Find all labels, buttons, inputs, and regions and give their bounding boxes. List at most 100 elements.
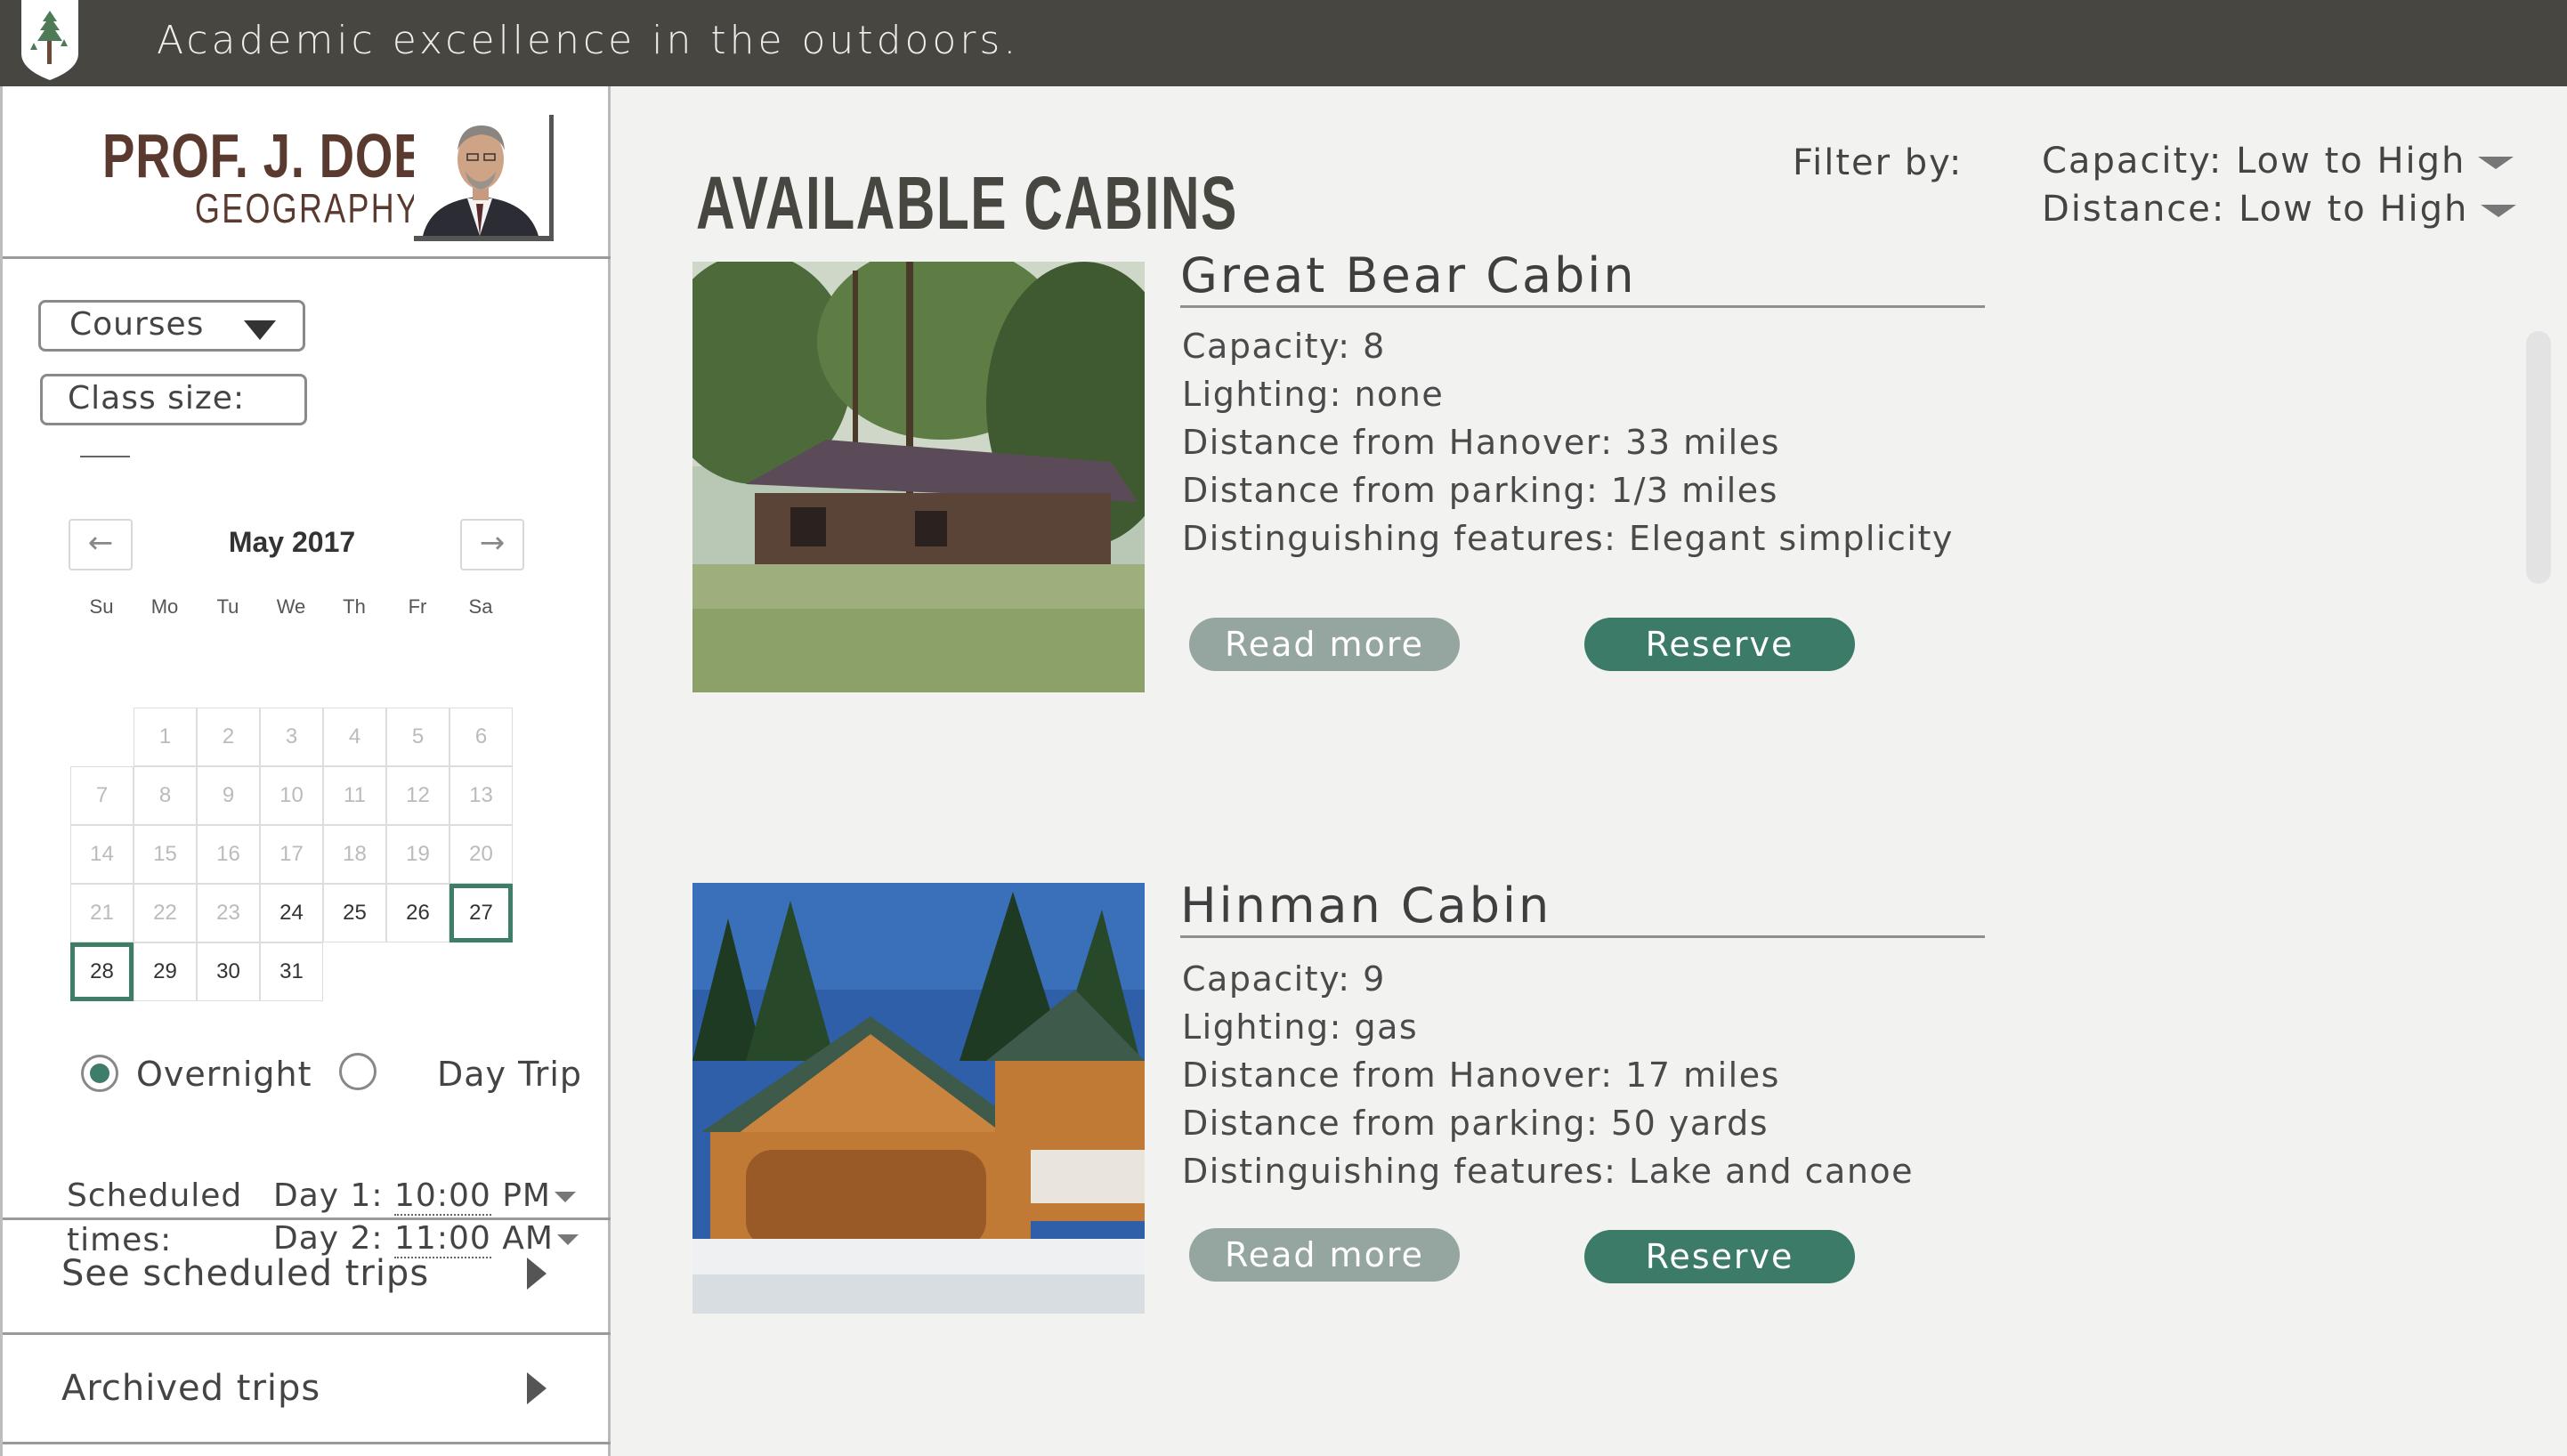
page-title: AVAILABLE CABINS bbox=[696, 161, 1238, 245]
radio-selected-dot bbox=[90, 1064, 109, 1083]
professor-name: PROF. J. DOE bbox=[102, 121, 427, 190]
arrow-left-icon: ← bbox=[87, 525, 114, 561]
scheduled-trips-label: See scheduled trips bbox=[61, 1253, 430, 1294]
weekday-header: Th bbox=[343, 595, 366, 618]
cabin-name: Hinman Cabin bbox=[1180, 878, 1985, 938]
cabin-distance-parking: Distance from parking: 1/3 miles bbox=[1182, 471, 1778, 510]
chevron-right-icon bbox=[527, 1258, 547, 1290]
calendar-next-button[interactable]: → bbox=[460, 519, 524, 570]
weekday-header: Fr bbox=[408, 595, 427, 618]
weekday-header: Tu bbox=[216, 595, 239, 618]
read-more-button[interactable]: Read more bbox=[1189, 618, 1460, 671]
day1-time-select[interactable]: Day 1: 10:00 PM bbox=[273, 1177, 576, 1216]
filter-label: Filter by: bbox=[1793, 142, 1964, 183]
calendar-day[interactable]: 4 bbox=[323, 708, 386, 766]
calendar-day[interactable]: 6 bbox=[449, 708, 513, 766]
calendar-day[interactable]: 19 bbox=[386, 825, 449, 884]
calendar-prev-button[interactable]: ← bbox=[69, 519, 133, 570]
capacity-sort-dropdown[interactable]: Capacity: Low to High bbox=[2042, 141, 2514, 182]
calendar-day[interactable]: 22 bbox=[134, 884, 197, 942]
overnight-radio[interactable] bbox=[81, 1055, 118, 1092]
top-bar: Academic excellence in the outdoors. bbox=[0, 0, 2567, 86]
calendar-day[interactable]: 30 bbox=[197, 942, 260, 1001]
chevron-right-icon bbox=[527, 1372, 547, 1404]
cabin-distance-hanover: Distance from Hanover: 33 miles bbox=[1182, 423, 1780, 462]
sidebar: PROF. J. DOE GEOGRAPHY Courses Class siz… bbox=[0, 86, 611, 1456]
arrow-right-icon: → bbox=[479, 525, 506, 561]
calendar-day-selected[interactable]: 28 bbox=[70, 942, 134, 1001]
professor-department: GEOGRAPHY bbox=[195, 185, 420, 231]
calendar-day[interactable]: 12 bbox=[386, 766, 449, 825]
scrollbar-thumb[interactable] bbox=[2526, 331, 2551, 584]
cabin-features: Distinguishing features: Lake and canoe bbox=[1182, 1152, 1915, 1191]
cabin-lighting: Lighting: none bbox=[1182, 375, 1445, 414]
overnight-label: Overnight bbox=[136, 1055, 312, 1094]
day-trip-radio[interactable] bbox=[339, 1053, 377, 1090]
calendar-month-title: May 2017 bbox=[228, 526, 356, 558]
cabin-features: Distinguishing features: Elegant simplic… bbox=[1182, 519, 1954, 558]
day1-prefix: Day 1: bbox=[273, 1177, 384, 1214]
calendar-day[interactable]: 20 bbox=[449, 825, 513, 884]
calendar-day[interactable]: 2 bbox=[197, 708, 260, 766]
calendar-day[interactable]: 15 bbox=[134, 825, 197, 884]
calendar-day[interactable]: 3 bbox=[260, 708, 323, 766]
calendar-day[interactable]: 13 bbox=[449, 766, 513, 825]
archived-trips-label: Archived trips bbox=[61, 1368, 321, 1409]
cabin-name: Great Bear Cabin bbox=[1180, 247, 1985, 308]
calendar-day[interactable]: 24 bbox=[260, 884, 323, 942]
great-bear-cabin-photo[interactable] bbox=[692, 262, 1145, 692]
cabin-capacity: Capacity: 8 bbox=[1182, 327, 1386, 366]
day-trip-label: Day Trip bbox=[437, 1055, 583, 1094]
weekday-header: Mo bbox=[150, 595, 179, 618]
see-scheduled-trips-link[interactable]: See scheduled trips bbox=[3, 1217, 611, 1330]
courses-label: Courses bbox=[69, 306, 205, 343]
courses-dropdown[interactable]: Courses bbox=[38, 300, 305, 352]
read-more-button[interactable]: Read more bbox=[1189, 1228, 1460, 1282]
chevron-down-icon bbox=[2478, 157, 2514, 169]
cabin-details: Capacity: 8 Lighting: none Distance from… bbox=[1182, 322, 1954, 562]
tagline: Academic excellence in the outdoors. bbox=[157, 18, 1020, 63]
calendar-day[interactable]: 29 bbox=[134, 942, 197, 1001]
reserve-button[interactable]: Reserve bbox=[1584, 618, 1855, 671]
weekday-header: Sa bbox=[468, 595, 493, 618]
day1-ampm: PM bbox=[502, 1177, 551, 1214]
calendar-day[interactable]: 21 bbox=[70, 884, 134, 942]
calendar-day[interactable]: 5 bbox=[386, 708, 449, 766]
calendar-day[interactable]: 16 bbox=[197, 825, 260, 884]
cabin-capacity: Capacity: 9 bbox=[1182, 959, 1386, 999]
profile-block: PROF. J. DOE GEOGRAPHY bbox=[3, 86, 611, 259]
calendar-day[interactable]: 26 bbox=[386, 884, 449, 942]
calendar-day[interactable]: 7 bbox=[70, 766, 134, 825]
calendar-day-selected[interactable]: 27 bbox=[449, 884, 513, 942]
cabin-lighting: Lighting: gas bbox=[1182, 1007, 1419, 1047]
reserve-button[interactable]: Reserve bbox=[1584, 1230, 1855, 1283]
scheduled-label-line: Scheduled bbox=[67, 1177, 243, 1214]
archived-trips-link[interactable]: Archived trips bbox=[3, 1332, 611, 1444]
distance-sort-dropdown[interactable]: Distance: Low to High bbox=[2042, 189, 2517, 230]
calendar-day[interactable]: 9 bbox=[197, 766, 260, 825]
calendar-day[interactable]: 23 bbox=[197, 884, 260, 942]
chevron-down-icon bbox=[2481, 205, 2517, 217]
calendar-day[interactable]: 1 bbox=[134, 708, 197, 766]
cabin-distance-hanover: Distance from Hanover: 17 miles bbox=[1182, 1056, 1780, 1095]
calendar-day[interactable]: 31 bbox=[260, 942, 323, 1001]
tree-shield-logo-icon[interactable] bbox=[18, 0, 82, 80]
calendar-day[interactable]: 10 bbox=[260, 766, 323, 825]
avatar[interactable] bbox=[414, 115, 556, 241]
weekday-header: Su bbox=[89, 595, 114, 618]
day1-time[interactable]: 10:00 bbox=[394, 1177, 491, 1216]
calendar-day[interactable]: 17 bbox=[260, 825, 323, 884]
calendar-day[interactable]: 25 bbox=[323, 884, 386, 942]
calendar-day[interactable]: 14 bbox=[70, 825, 134, 884]
class-size-field[interactable]: Class size: bbox=[40, 374, 307, 457]
hinman-cabin-photo[interactable] bbox=[692, 883, 1145, 1314]
calendar-day[interactable]: 8 bbox=[134, 766, 197, 825]
class-size-label: Class size: bbox=[68, 380, 246, 417]
chevron-down-icon[interactable] bbox=[555, 1192, 576, 1202]
calendar-day[interactable]: 18 bbox=[323, 825, 386, 884]
calendar-day[interactable]: 11 bbox=[323, 766, 386, 825]
weekday-header: We bbox=[276, 595, 306, 618]
distance-sort-label: Distance: Low to High bbox=[2042, 189, 2469, 230]
class-size-input[interactable] bbox=[80, 431, 130, 457]
cabin-distance-parking: Distance from parking: 50 yards bbox=[1182, 1104, 1769, 1143]
